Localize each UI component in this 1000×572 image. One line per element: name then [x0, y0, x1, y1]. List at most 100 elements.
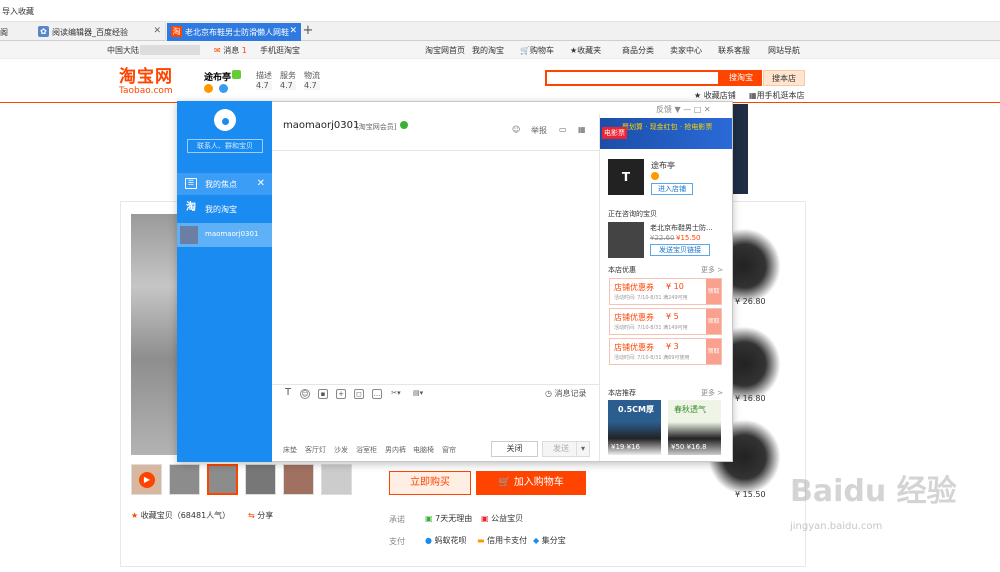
pay-points[interactable]: ◆ 集分宝 [533, 535, 566, 546]
product-thumb[interactable] [321, 464, 352, 495]
quick-word[interactable]: 浴室柜 [356, 445, 377, 455]
rating-score: 4.7 [280, 81, 296, 90]
search-store-button[interactable]: 搜本店 [763, 70, 805, 86]
product-thumb[interactable] [283, 464, 314, 495]
add-to-cart-button[interactable]: 🛒 加入购物车 [476, 471, 586, 495]
coupon-name: 店铺优惠券 [614, 313, 654, 322]
quick-word[interactable]: 电脑椅 [413, 445, 434, 455]
image-icon[interactable]: ▪ [318, 389, 328, 399]
product-thumb[interactable] [245, 464, 276, 495]
rating-score: 4.7 [256, 81, 272, 90]
message-history-link[interactable]: ◷ 消息记录 [545, 388, 587, 399]
chevron-down-icon[interactable]: ▾ [576, 442, 589, 456]
asking-item-image[interactable] [608, 222, 644, 258]
coupons-title: 本店优惠 [608, 266, 636, 274]
pay-credit[interactable]: ▬ 信用卡支付 [477, 535, 527, 546]
divider [272, 384, 599, 385]
quick-word[interactable]: 窗帘 [442, 445, 456, 455]
scissors-icon[interactable]: ✂▾ [391, 389, 401, 399]
tab-baidu-editor[interactable]: ✿ 阅读编辑器_百度经验 ✕ [34, 23, 166, 41]
tab-label: 阅读编辑器_百度经验 [52, 28, 128, 37]
taobao-logo[interactable]: 淘宝网 Taobao.com [119, 68, 185, 98]
coupons-more-link[interactable]: 更多 > [701, 265, 723, 275]
support-link[interactable]: 联系客服 [718, 45, 750, 56]
quick-word[interactable]: 沙发 [334, 445, 348, 455]
folder-icon[interactable]: + [336, 389, 346, 399]
promo-banner[interactable]: 电影票 聚划算 · 现金红包 · 抢电影票 [600, 118, 732, 149]
sidebar-item-contact[interactable]: maomaorj0301 [177, 223, 272, 247]
tab-partial[interactable]: 阁 [0, 23, 30, 41]
import-favorites-link[interactable]: 导入收藏 [2, 6, 34, 17]
close-tab-icon[interactable]: ✕ [153, 26, 161, 36]
get-coupon-button[interactable]: 领取 [706, 309, 721, 334]
get-coupon-button[interactable]: 领取 [706, 279, 721, 304]
add-contact-icon[interactable]: ☺ [512, 125, 520, 134]
close-button[interactable]: 关闭 [491, 441, 538, 457]
file-icon[interactable]: ▭ [559, 125, 567, 134]
my-taobao-link[interactable]: 我的淘宝 [472, 45, 504, 56]
apps-icon[interactable]: ▦ [578, 125, 586, 134]
video-thumb[interactable]: ▶ [131, 464, 162, 495]
recommend-title: 本店推荐 [608, 389, 636, 397]
report-button[interactable]: 举报 [531, 125, 547, 136]
promise-label: 承诺 [389, 515, 405, 524]
font-icon[interactable]: T [283, 388, 293, 399]
get-coupon-button[interactable]: 领取 [706, 339, 721, 364]
recommend-item-price: ¥19 ¥16 [611, 443, 640, 451]
quick-word[interactable]: 床垫 [283, 445, 297, 455]
home-link[interactable]: 淘宝网首页 [425, 45, 465, 56]
recommend-more-link[interactable]: 更多 > [701, 388, 723, 398]
mobile-link[interactable]: 手机逛淘宝 [260, 45, 300, 56]
coupon-time: 活动时间: 7/10-8/31 满69可使用 [614, 355, 690, 361]
buy-now-button[interactable]: 立即购买 [389, 471, 471, 495]
chat-sidebar [177, 101, 272, 462]
product-thumb[interactable] [169, 464, 200, 495]
pay-huabei[interactable]: ● 蚂蚁花呗 [425, 535, 467, 546]
my-avatar[interactable] [214, 109, 236, 131]
shop-name[interactable]: 途布亭 [204, 70, 231, 83]
sitemap-link[interactable]: 网站导航 [768, 45, 800, 56]
wangwang-icon[interactable] [232, 70, 241, 79]
enter-shop-button[interactable]: 进入店铺 [651, 183, 693, 195]
screenshot-icon[interactable]: ◻ [354, 389, 364, 399]
tab-bar: 阁 ✿ 阅读编辑器_百度经验 ✕ 淘老北京布鞋男士防滑懒人网鞋 ✕ [0, 22, 1000, 41]
favorites-link[interactable]: ★收藏夹 [570, 45, 601, 56]
message-link[interactable]: ✉ 消息 1 [214, 45, 247, 56]
promise-7day[interactable]: ▣ 7天无理由 [425, 513, 472, 524]
promise-charity[interactable]: ▣ 公益宝贝 [481, 513, 523, 524]
coupon-value: ¥ 10 [666, 282, 684, 291]
recommend-tag: 春秋透气 [674, 405, 706, 414]
share-link[interactable]: ⇆ 分享 [248, 510, 273, 521]
categories-link[interactable]: 商品分类 [622, 45, 654, 56]
mobile-store-link[interactable]: ▦用手机逛本店 [749, 90, 805, 101]
close-icon[interactable]: ✕ [257, 178, 265, 189]
new-tab-button[interactable]: + [300, 23, 316, 39]
sidebar-item-my-taobao[interactable]: 淘我的淘宝 [177, 198, 272, 220]
product-thumb-selected[interactable] [207, 464, 238, 495]
contact-search-input[interactable]: 联系人、群和宝贝 [187, 139, 263, 153]
collect-link[interactable]: ★ 收藏宝贝（68481人气） [131, 510, 230, 521]
favorites-bar: 导入收藏 [0, 0, 1000, 22]
favorite-store-link[interactable]: ★ 收藏店铺 [694, 90, 736, 101]
close-tab-icon[interactable]: ✕ [289, 26, 297, 36]
recommend-price: ¥ 15.50 [735, 490, 766, 499]
quick-word[interactable]: 客厅灯 [305, 445, 326, 455]
send-button[interactable]: 发送 ▾ [542, 441, 590, 457]
member-badge: [淘宝网会员] [356, 123, 397, 131]
region-link[interactable]: 中国大陆 [107, 45, 139, 56]
emoji-icon[interactable]: ☺ [300, 389, 310, 399]
chat-bubble-icon[interactable]: … [372, 389, 382, 399]
search-input[interactable] [545, 70, 720, 86]
cart-link[interactable]: 🛒购物车 [520, 45, 554, 56]
shop-logo[interactable]: T [608, 159, 644, 195]
rating-score: 4.7 [304, 81, 320, 90]
asking-item-title[interactable]: 老北京布鞋男士防... [650, 223, 730, 233]
seller-center-link[interactable]: 卖家中心 [670, 45, 702, 56]
more-tools-icon[interactable]: ▤▾ [413, 389, 423, 399]
search-taobao-button[interactable]: 搜淘宝 [720, 70, 762, 86]
send-item-link-button[interactable]: 发送宝贝链接 [650, 244, 710, 256]
favorite-store-label: 收藏店铺 [703, 91, 736, 100]
sidebar-item-focus[interactable]: ☰ 我的焦点 ✕ [177, 173, 272, 195]
quick-word[interactable]: 男内裤 [385, 445, 406, 455]
tab-taobao-product[interactable]: 淘老北京布鞋男士防滑懒人网鞋 ✕ [167, 23, 301, 41]
